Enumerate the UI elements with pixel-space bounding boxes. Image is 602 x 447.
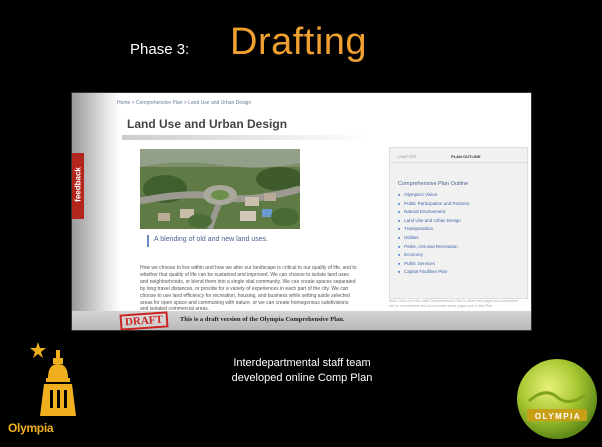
olympia-logo-text: Olympia <box>8 421 54 435</box>
aerial-photo-image <box>140 149 300 229</box>
draft-notice-text: This is a draft version of the Olympia C… <box>180 316 345 323</box>
olympia-capitol-logo <box>10 336 100 428</box>
olympia-seal-text: OLYMPIA <box>534 412 582 421</box>
outline-item[interactable]: Olympia's Vision <box>398 191 469 200</box>
caption-line-2: developed online Comp Plan <box>231 372 373 384</box>
outline-list: Olympia's Vision Public Participation an… <box>398 191 469 277</box>
caption-accent-bar <box>147 235 149 247</box>
breadcrumb[interactable]: Home > Comprehensive Plan > Land Use and… <box>117 100 251 106</box>
outline-item[interactable]: Natural Environment <box>398 208 469 217</box>
tab-chapter[interactable]: CHAPTER <box>397 154 416 159</box>
body-paragraph: How we choose to live within and how we … <box>140 265 357 313</box>
caption-line-1: Interdepartmental staff team <box>233 357 371 369</box>
outline-item[interactable]: Economy <box>398 251 469 260</box>
outline-item[interactable]: Utilities <box>398 234 469 243</box>
outline-title: Comprehensive Plan Outline <box>398 181 469 187</box>
tab-divider <box>390 162 527 163</box>
outline-item[interactable]: Transportation <box>398 225 469 234</box>
draft-notice-bar: DRAFT This is a draft version of the Oly… <box>72 311 531 330</box>
web-page-screenshot: Home > Comprehensive Plan > Land Use and… <box>72 93 531 330</box>
outline-item[interactable]: Public Participation and Partners <box>398 200 469 209</box>
page-title: Land Use and Urban Design <box>127 117 288 131</box>
tab-plan-outline[interactable]: PLAN OUTLINE <box>451 154 481 159</box>
draft-stamp: DRAFT <box>119 311 169 330</box>
feedback-tab[interactable]: feedback <box>72 153 84 219</box>
phase-label: Phase 3: <box>130 41 190 58</box>
olympia-circle-logo <box>515 357 599 441</box>
feedback-tab-label: feedback <box>73 167 83 202</box>
sidebar-note: Note: Links from this draft Comprehensiv… <box>389 299 518 308</box>
olympia-seal-icon <box>517 359 597 439</box>
phase-title: Drafting <box>230 21 368 63</box>
outline-item[interactable]: Parks, Arts and Recreation <box>398 243 469 252</box>
plan-outline-sidebar: CHAPTER PLAN OUTLINE Comprehensive Plan … <box>389 147 528 299</box>
image-caption: A blending of old and new land uses. <box>154 236 269 243</box>
title-divider <box>122 135 372 140</box>
outline-item[interactable]: Public Services <box>398 260 469 269</box>
slide-caption: Interdepartmental staff team developed o… <box>180 356 424 386</box>
capitol-dome-icon <box>30 342 76 416</box>
aerial-photo <box>140 149 300 229</box>
outline-item[interactable]: Capital Facilities Plan <box>398 268 469 277</box>
outline-item[interactable]: Land Use and Urban Design <box>398 217 469 226</box>
